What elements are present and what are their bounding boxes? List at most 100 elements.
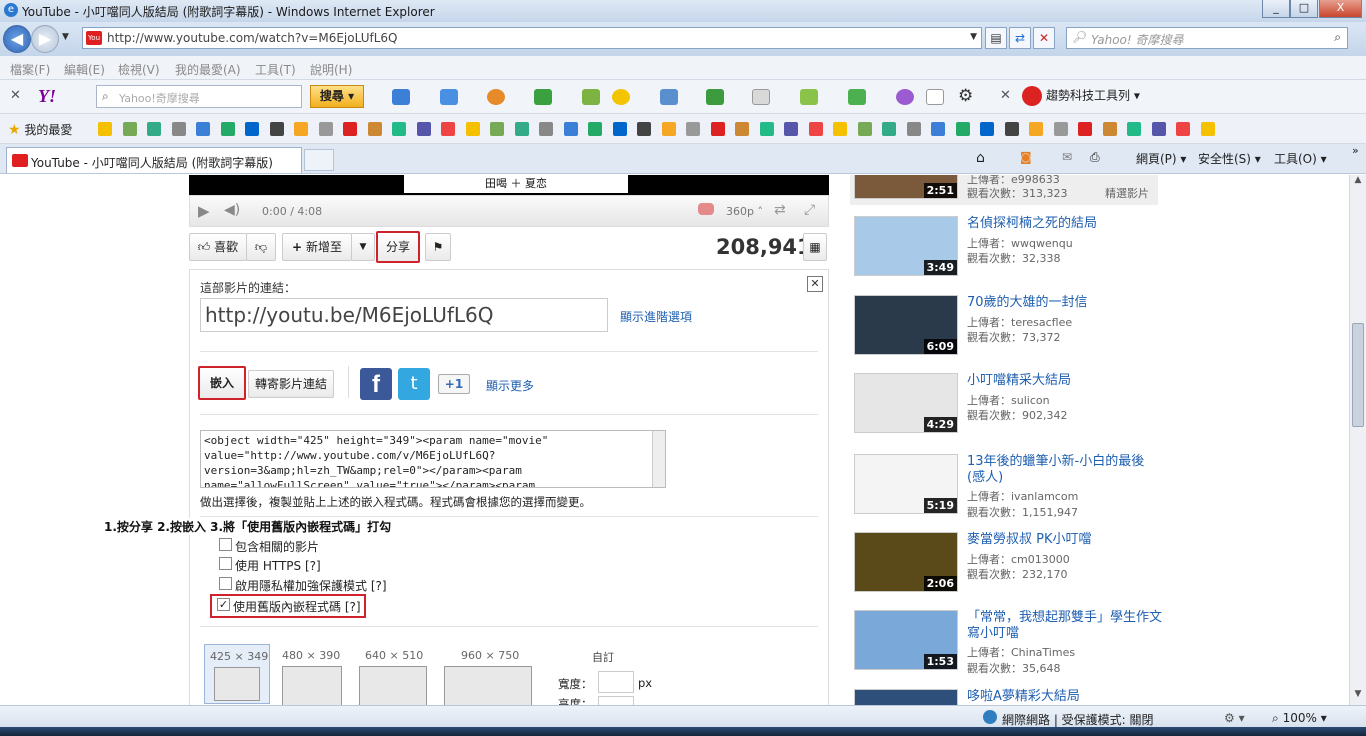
related-video-item[interactable]: 6:09 70歲的大雄的一封信 上傳者：teresacflee 觀看次數：73,… — [852, 295, 1162, 365]
related-video-item[interactable]: 5:19 13年後的蠟筆小新-小白的最後(感人) 上傳者：ivanlamcom … — [852, 454, 1162, 524]
favorite-link-icon[interactable] — [637, 122, 651, 136]
stats-button[interactable]: ▦ — [803, 233, 827, 261]
checkbox-related[interactable] — [219, 538, 232, 551]
favorite-link-icon[interactable] — [514, 122, 529, 136]
address-bar[interactable]: You http://www.youtube.com/watch?v=M6Ejo… — [82, 27, 982, 49]
dislike-button[interactable]: 👎︎ — [246, 233, 276, 261]
favorite-link-icon[interactable] — [686, 122, 700, 136]
search-go-icon[interactable]: ⌕ — [1334, 30, 1341, 45]
toolbar-close-icon[interactable]: ✕ — [10, 88, 21, 103]
favorite-link-icon[interactable] — [539, 122, 553, 136]
favorite-link-icon[interactable] — [416, 122, 431, 136]
favorite-link-icon[interactable] — [1151, 122, 1166, 136]
menu-file[interactable]: 檔案(F) — [10, 61, 50, 78]
fullscreen-icon[interactable]: ⤢ — [804, 202, 815, 218]
height-input[interactable] — [598, 696, 634, 705]
tools-menu[interactable]: 工具(O) ▾ — [1274, 150, 1327, 167]
add-to-button[interactable]: + 新增至 — [282, 233, 352, 261]
yahoo-search-button[interactable]: 搜尋 ▾ — [310, 85, 364, 108]
favorite-link-icon[interactable] — [808, 122, 823, 136]
favorite-link-icon[interactable] — [857, 122, 872, 136]
flag-button[interactable]: ⚑ — [425, 233, 451, 261]
show-more-link[interactable]: 顯示更多 — [486, 377, 534, 394]
favorite-link-icon[interactable] — [147, 122, 161, 136]
recent-pages-dropdown[interactable]: ▼ — [62, 32, 69, 42]
favorite-link-icon[interactable] — [1176, 122, 1190, 136]
read-mail-icon[interactable]: ✉ — [1062, 150, 1072, 164]
favorite-link-icon[interactable] — [245, 122, 259, 136]
favorite-link-icon[interactable] — [220, 122, 235, 136]
favorite-link-icon[interactable] — [710, 122, 725, 136]
new-tab-button[interactable] — [304, 149, 334, 171]
favorite-link-icon[interactable] — [980, 122, 994, 136]
favorite-link-icon[interactable] — [735, 122, 749, 136]
news-icon[interactable] — [392, 89, 410, 105]
forward-button[interactable]: ▶ — [31, 25, 59, 53]
tab-youtube[interactable]: YouTube - 小叮噹同人版結局 (附歌詞字幕版) — [6, 147, 302, 173]
checkbox-https[interactable] — [219, 557, 232, 570]
favorite-link-icon[interactable] — [465, 122, 480, 136]
favorite-link-icon[interactable] — [588, 122, 602, 136]
play-icon[interactable]: ▶ — [198, 202, 210, 220]
favorite-link-icon[interactable] — [759, 122, 774, 136]
size-option-selected[interactable]: 425 × 349 — [204, 644, 270, 704]
more-commands-icon[interactable]: » — [1352, 144, 1359, 157]
scroll-down-icon[interactable]: ▼ — [1350, 689, 1366, 705]
page-menu[interactable]: 網頁(P) ▾ — [1136, 150, 1186, 167]
embed-tab[interactable]: 嵌入 — [198, 366, 246, 400]
favorite-link-icon[interactable] — [98, 122, 112, 136]
page-scrollbar[interactable]: ▲ ▼ — [1349, 175, 1366, 705]
favorite-link-icon[interactable] — [1102, 122, 1117, 136]
size-option-480[interactable] — [282, 666, 342, 705]
zoom-control[interactable]: ⌕ 100% ▾ — [1272, 711, 1327, 726]
edit-icon[interactable] — [800, 89, 818, 105]
star-plus-icon[interactable] — [534, 89, 552, 105]
email-link-tab[interactable]: 轉寄影片連結 — [248, 370, 334, 398]
favorite-link-icon[interactable] — [196, 122, 210, 136]
bird-icon[interactable] — [848, 89, 866, 105]
favorite-link-icon[interactable] — [318, 122, 333, 136]
video-title[interactable]: 13年後的蠟筆小新-小白的最後(感人) — [967, 454, 1162, 486]
gear-icon[interactable]: ⚙ — [958, 86, 973, 106]
embed-code-textarea[interactable]: <object width="425" height="349"><param … — [200, 430, 666, 488]
back-button[interactable]: ◀ — [3, 25, 31, 53]
favorite-link-icon[interactable] — [367, 122, 382, 136]
maximize-button[interactable]: □ — [1290, 0, 1318, 18]
menu-help[interactable]: 說明(H) — [310, 61, 352, 78]
facebook-icon[interactable]: f — [360, 368, 392, 400]
video-title[interactable]: 名偵探柯楠之死的結局 — [967, 216, 1162, 232]
checkbox-privacy[interactable] — [219, 577, 232, 590]
compatibility-view-icon[interactable]: ▤ — [985, 27, 1007, 49]
scroll-up-icon[interactable]: ▲ — [1350, 175, 1366, 191]
related-video-item[interactable]: 4:29 小叮噹精采大結局 上傳者：sulicon 觀看次數：902,342 — [852, 373, 1162, 443]
video-title[interactable]: 小叮噹精采大結局 — [967, 373, 1162, 389]
yahoo-logo[interactable]: Y! — [38, 86, 56, 107]
window-icon[interactable] — [660, 89, 678, 105]
menu-favorites[interactable]: 我的最愛(A) — [175, 61, 241, 78]
scroll-thumb[interactable] — [1352, 323, 1364, 427]
twitter-icon[interactable]: t — [398, 368, 430, 400]
address-dropdown-icon[interactable]: ▼ — [970, 32, 977, 42]
favorite-link-icon[interactable] — [1029, 122, 1043, 136]
bookmark-icon[interactable] — [582, 89, 600, 105]
calendar-icon[interactable] — [752, 89, 770, 105]
menu-view[interactable]: 檢視(V) — [118, 61, 160, 78]
favorite-link-icon[interactable] — [441, 122, 455, 136]
favorite-link-icon[interactable] — [392, 122, 406, 136]
menu-tools[interactable]: 工具(T) — [255, 61, 296, 78]
popout-icon[interactable]: ⇄ — [774, 202, 786, 218]
favorite-link-icon[interactable] — [1004, 122, 1019, 136]
video-title[interactable]: 哆啦A夢精彩大結局 — [967, 689, 1162, 705]
like-button[interactable]: 👍︎ 喜歡 — [189, 233, 247, 261]
rss-icon[interactable]: ◙ — [1020, 150, 1032, 164]
favorite-link-icon[interactable] — [955, 122, 970, 136]
favorite-link-icon[interactable] — [833, 122, 847, 136]
favorite-link-icon[interactable] — [612, 122, 627, 136]
favorite-link-icon[interactable] — [294, 122, 308, 136]
video-player[interactable]: 田喝 ＋ 夏恋 — [189, 175, 829, 195]
share-button[interactable]: 分享 — [376, 231, 420, 263]
video-title[interactable]: 麥當勞叔叔 PK小叮噹 — [967, 532, 1162, 548]
favorite-link-icon[interactable] — [1127, 122, 1141, 136]
safety-menu[interactable]: 安全性(S) ▾ — [1198, 150, 1261, 167]
trend-close-icon[interactable]: ✕ — [1000, 88, 1011, 103]
